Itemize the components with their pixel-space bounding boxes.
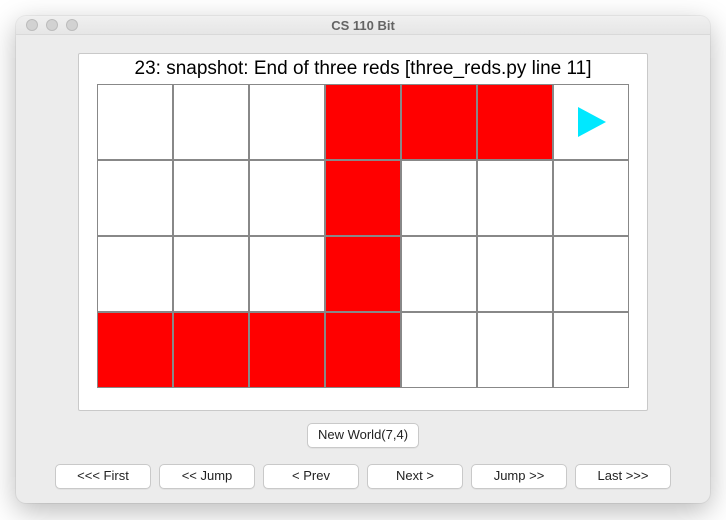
grid-cell — [401, 312, 477, 388]
grid-cell — [477, 160, 553, 236]
grid-cell — [249, 160, 325, 236]
grid-cell — [173, 236, 249, 312]
grid-cell — [553, 160, 629, 236]
titlebar: CS 110 Bit — [16, 16, 710, 35]
grid-cell — [97, 84, 173, 160]
next-button[interactable]: Next > — [367, 464, 463, 489]
close-icon[interactable] — [26, 19, 38, 31]
grid-cell — [173, 160, 249, 236]
grid-cell — [249, 312, 325, 388]
jump-forward-button[interactable]: Jump >> — [471, 464, 567, 489]
grid-cell — [553, 84, 629, 160]
grid-cell — [97, 312, 173, 388]
grid-cell — [249, 84, 325, 160]
canvas-panel: 23: snapshot: End of three reds [three_r… — [78, 53, 648, 411]
prev-button[interactable]: < Prev — [263, 464, 359, 489]
grid-cell — [173, 312, 249, 388]
world-grid — [97, 84, 629, 388]
grid-cell — [325, 160, 401, 236]
grid-cell — [553, 236, 629, 312]
grid-cell — [173, 84, 249, 160]
grid-cell — [401, 84, 477, 160]
new-world-button[interactable]: New World(7,4) — [307, 423, 419, 448]
window-controls — [26, 19, 78, 31]
grid-cell — [97, 236, 173, 312]
app-window: CS 110 Bit 23: snapshot: End of three re… — [16, 16, 710, 503]
grid-cell — [325, 312, 401, 388]
nav-button-row: <<< First << Jump < Prev Next > Jump >> … — [44, 464, 682, 489]
last-button[interactable]: Last >>> — [575, 464, 671, 489]
window-content: 23: snapshot: End of three reds [three_r… — [16, 35, 710, 503]
grid-cell — [325, 84, 401, 160]
jump-back-button[interactable]: << Jump — [159, 464, 255, 489]
grid-cell — [477, 84, 553, 160]
center-button-row: New World(7,4) — [44, 423, 682, 448]
minimize-icon[interactable] — [46, 19, 58, 31]
grid-cell — [325, 236, 401, 312]
zoom-icon[interactable] — [66, 19, 78, 31]
agent-triangle-icon — [572, 103, 610, 141]
grid-cell — [553, 312, 629, 388]
window-title: CS 110 Bit — [16, 18, 710, 33]
grid-cell — [477, 236, 553, 312]
grid-cell — [401, 236, 477, 312]
snapshot-label: 23: snapshot: End of three reds [three_r… — [97, 58, 629, 80]
grid-cell — [477, 312, 553, 388]
grid-cell — [249, 236, 325, 312]
first-button[interactable]: <<< First — [55, 464, 151, 489]
grid-cell — [97, 160, 173, 236]
grid-cell — [401, 160, 477, 236]
